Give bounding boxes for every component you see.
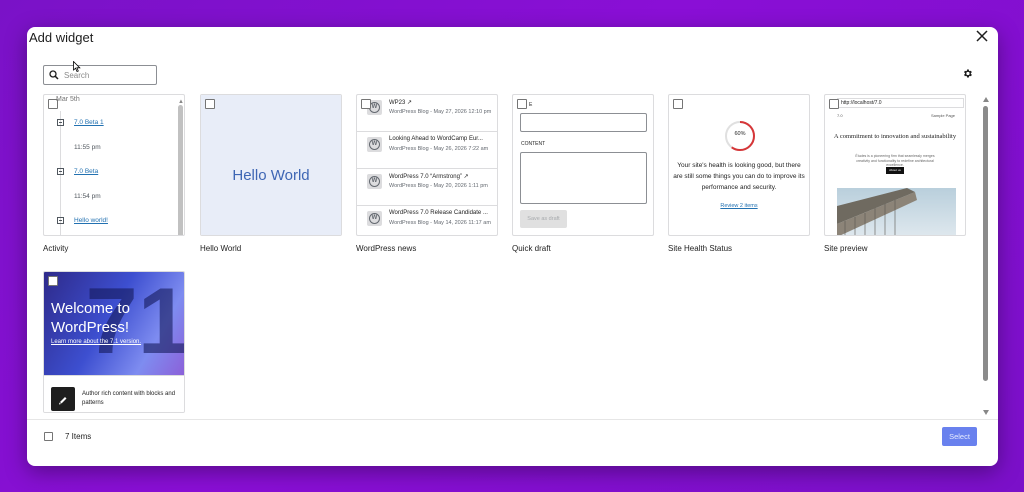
widget-label: Activity [43, 244, 69, 253]
activity-scrollbar[interactable]: ▲ [178, 99, 184, 235]
widget-label: Quick draft [512, 244, 551, 253]
widget-label: WordPress news [356, 244, 417, 253]
hello-world-preview: Hello World [232, 167, 310, 184]
gear-icon[interactable] [962, 68, 973, 79]
activity-entry-link[interactable]: 7.0 Beta [74, 168, 98, 175]
footer-divider [27, 419, 998, 420]
news-meta: WordPress Blog - May 14, 2026 11:17 am [389, 220, 491, 226]
revision-icon [57, 119, 64, 126]
welcome-learn-more-link[interactable]: Learn more about the 7.1 version. [51, 339, 141, 345]
select-button[interactable]: Select [942, 427, 977, 446]
activity-entry-time: 11:55 pm [74, 144, 101, 151]
news-title: WP23 ↗ [389, 100, 413, 106]
add-widget-dialog: Add widget Mar 5th 7.0 Beta 1 11:55 pm 7… [27, 27, 998, 466]
widget-label: Site preview [824, 244, 868, 253]
health-percent: 60% [734, 131, 746, 137]
news-meta: WordPress Blog - May 20, 2026 1:11 pm [389, 183, 488, 189]
preview-building-image [837, 188, 956, 235]
news-item[interactable]: W Looking Ahead to WordCamp Eur... WordP… [357, 132, 497, 169]
scroll-down-icon[interactable] [983, 410, 989, 415]
widget-checkbox[interactable] [48, 276, 58, 286]
wordpress-icon: W [367, 137, 382, 152]
wordpress-icon: W [367, 211, 382, 226]
news-title: WordPress 7.0 “Armstrong” ↗ [389, 174, 469, 180]
draft-title-field[interactable] [520, 113, 647, 132]
mouse-cursor-icon [73, 61, 81, 73]
dialog-title: Add widget [29, 30, 94, 45]
preview-url-bar: http://localhost/7.0 [837, 98, 964, 108]
revision-icon [57, 168, 64, 175]
activity-date: Mar 5th [56, 96, 80, 103]
revision-icon [57, 217, 64, 224]
widget-checkbox[interactable] [205, 99, 215, 109]
item-count: 7 Items [65, 432, 92, 441]
activity-entry-time: 11:54 pm [74, 193, 101, 200]
widget-checkbox[interactable] [361, 99, 371, 109]
widget-card-welcome[interactable]: 71 Welcome to WordPress! Learn more abou… [43, 271, 185, 413]
preview-headline: A commitment to innovation and sustainab… [833, 133, 957, 140]
welcome-title: Welcome to WordPress! [51, 300, 130, 336]
news-meta: WordPress Blog - May 27, 2026 12:10 pm [389, 109, 492, 115]
news-meta: WordPress Blog - May 26, 2026 7:22 am [389, 146, 489, 152]
scroll-thumb[interactable] [983, 106, 988, 381]
preview-cta: About us [886, 167, 904, 174]
widget-label: Hello World [200, 244, 242, 253]
save-draft-button[interactable]: Save as draft [520, 210, 567, 228]
draft-content-field[interactable] [520, 152, 647, 204]
news-item[interactable]: W WordPress 7.0 Release Candidate ... Wo… [357, 206, 497, 235]
widget-card-site-health[interactable]: 60% Your site's health is looking good, … [668, 94, 810, 236]
welcome-hero: 71 Welcome to WordPress! Learn more abou… [44, 272, 184, 375]
preview-subtext: Études is a pioneering firm that seamles… [855, 154, 935, 167]
activity-entry-link[interactable]: 7.0 Beta 1 [74, 119, 104, 126]
news-title: WordPress 7.0 Release Candidate ... [389, 210, 488, 216]
dialog-scrollbar[interactable] [982, 95, 991, 415]
widget-card-site-preview[interactable]: http://localhost/7.0 7.0 Sample Page A c… [824, 94, 966, 236]
wordpress-icon: W [367, 174, 382, 189]
select-all-checkbox[interactable] [44, 432, 53, 441]
activity-entry-link[interactable]: Hello world! [74, 217, 108, 224]
widget-card-hello-world[interactable]: Hello World [200, 94, 342, 236]
widget-card-quick-draft[interactable]: E CONTENT Save as draft [512, 94, 654, 236]
health-message: Your site's health is looking good, but … [673, 162, 805, 191]
preview-nav-link: Sample Page [930, 113, 955, 118]
news-item[interactable]: W WordPress 7.0 “Armstrong” ↗ WordPress … [357, 169, 497, 206]
widget-card-activity[interactable]: Mar 5th 7.0 Beta 1 11:55 pm 7.0 Beta 11:… [43, 94, 185, 236]
search-field[interactable] [43, 65, 157, 85]
widget-label: Site Health Status [668, 244, 733, 253]
welcome-footer: Author rich content with blocks and patt… [44, 375, 184, 412]
review-items-link[interactable]: Review 2 items [669, 203, 809, 209]
news-title: Looking Ahead to WordCamp Eur... [389, 136, 483, 142]
welcome-footer-text: Author rich content with blocks and patt… [82, 391, 176, 406]
news-item[interactable]: W WP23 ↗ WordPress Blog - May 27, 2026 1… [357, 95, 497, 132]
content-label: CONTENT [521, 141, 546, 147]
widget-checkbox[interactable] [829, 99, 839, 109]
search-icon [49, 70, 59, 80]
title-label-fragment: E [529, 102, 533, 108]
widget-card-wordpress-news[interactable]: W WP23 ↗ WordPress Blog - May 27, 2026 1… [356, 94, 498, 236]
scroll-up-icon[interactable] [983, 97, 989, 102]
widget-checkbox[interactable] [517, 99, 527, 109]
widget-checkbox[interactable] [673, 99, 683, 109]
pen-icon [51, 387, 75, 411]
close-icon[interactable] [975, 29, 989, 43]
preview-site-title: 7.0 [837, 113, 843, 118]
